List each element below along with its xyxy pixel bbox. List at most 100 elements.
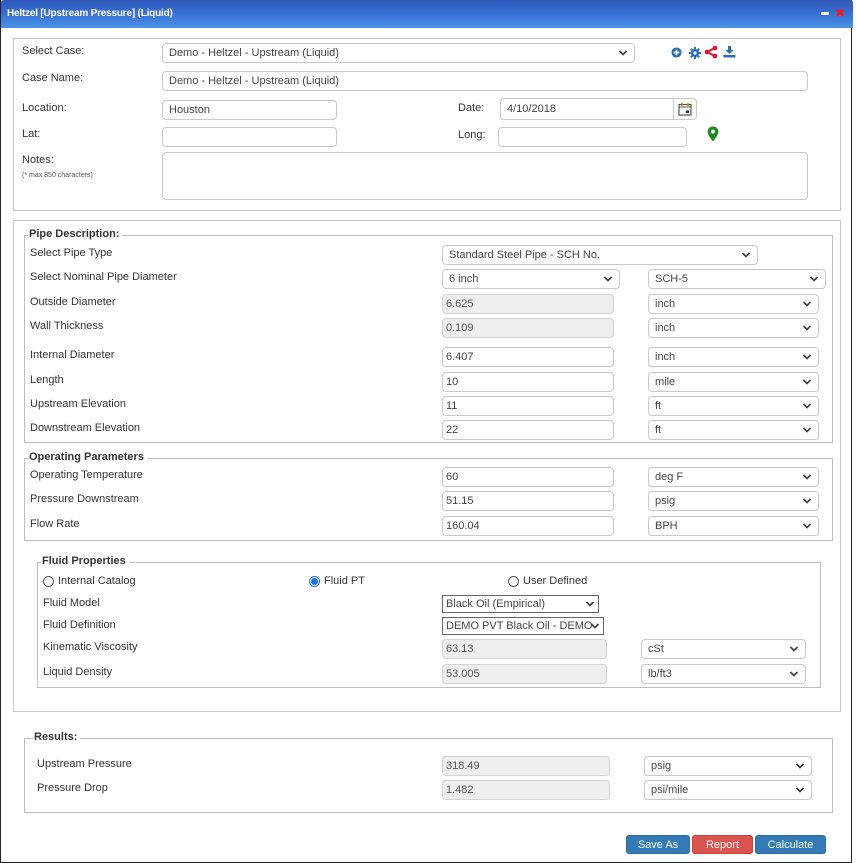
operating-parameters-legend: Operating Parameters <box>28 451 147 463</box>
save-as-button[interactable]: Save As <box>626 835 690 854</box>
select-case-dropdown[interactable]: Demo - Heltzel - Upstream (Liquid) <box>162 43 635 63</box>
operating-temperature-input[interactable]: 60 <box>442 467 614 487</box>
chevron-down-icon <box>795 785 805 795</box>
liquid-density-unit[interactable]: lb/ft3 <box>641 664 806 684</box>
chevron-down-icon <box>802 352 812 362</box>
calculate-button[interactable]: Calculate <box>755 835 826 854</box>
upstream-pressure-label: Upstream Pressure <box>37 758 132 770</box>
settings-icon[interactable] <box>689 47 701 59</box>
unit-value: BPH <box>655 520 678 532</box>
pipe-type-dropdown[interactable]: Standard Steel Pipe - SCH No. <box>442 245 758 265</box>
minimize-icon[interactable] <box>821 12 829 15</box>
outside-diameter-unit[interactable]: inch <box>648 294 819 314</box>
location-label: Location: <box>22 102 67 114</box>
radio-button[interactable] <box>508 575 519 587</box>
outside-diameter-label: Outside Diameter <box>30 296 116 308</box>
length-label: Length <box>30 374 64 386</box>
results-legend: Results: <box>33 731 81 743</box>
flow-rate-input[interactable]: 160.04 <box>442 516 614 536</box>
chevron-down-icon <box>802 521 812 531</box>
nominal-diameter-label: Select Nominal Pipe Diameter <box>30 271 177 283</box>
date-picker-button[interactable] <box>673 98 697 120</box>
downstream-elevation-input[interactable]: 22 <box>442 420 614 440</box>
unit-value: lb/ft3 <box>648 668 672 680</box>
pressure-drop-label: Pressure Drop <box>37 782 108 794</box>
radio-fluid-pt[interactable]: Fluid PT <box>309 575 365 587</box>
date-label: Date: <box>458 102 485 114</box>
upstream-pressure-unit[interactable]: psig <box>644 756 812 776</box>
unit-value: psig <box>655 495 676 507</box>
radio-label: User Defined <box>523 575 588 587</box>
window-title: Heltzel [Upstream Pressure] (Liquid) <box>7 8 173 19</box>
downstream-elevation-unit[interactable]: ft <box>648 420 819 440</box>
internal-diameter-unit[interactable]: inch <box>648 347 819 367</box>
long-input[interactable] <box>498 127 687 147</box>
select-case-label: Select Case: <box>22 45 85 57</box>
unit-value: mile <box>655 376 676 388</box>
dialog-window: Heltzel [Upstream Pressure] (Liquid) ✖ S… <box>0 0 853 863</box>
date-input[interactable]: 4/10/2018 <box>500 98 674 120</box>
chevron-down-icon <box>789 669 799 679</box>
wall-thickness-input: 0.109 <box>442 318 614 338</box>
schedule-value: SCH-5 <box>655 273 689 285</box>
notes-textarea[interactable] <box>162 152 808 200</box>
downstream-elevation-label: Downstream Elevation <box>30 422 141 434</box>
calendar-icon <box>678 103 692 116</box>
chevron-down-icon <box>603 274 613 284</box>
map-pin-icon[interactable] <box>707 126 719 142</box>
kinematic-viscosity-label: Kinematic Viscosity <box>43 641 138 653</box>
kinematic-viscosity-input: 63.13 <box>442 639 607 659</box>
close-icon[interactable]: ✖ <box>835 6 845 20</box>
radio-label: Fluid PT <box>324 575 365 587</box>
pressure-downstream-label: Pressure Downstream <box>30 493 139 505</box>
upstream-pressure-output: 318.49 <box>442 756 610 776</box>
report-button[interactable]: Report <box>692 835 753 854</box>
unit-value: ft <box>655 400 662 412</box>
radio-button-selected[interactable] <box>309 575 320 587</box>
wall-thickness-unit[interactable]: inch <box>648 318 819 338</box>
chevron-down-icon <box>802 299 812 309</box>
unit-value: psi/mile <box>651 784 689 796</box>
flow-rate-unit[interactable]: BPH <box>648 516 819 536</box>
location-input[interactable]: Houston <box>162 100 337 120</box>
operating-temperature-unit[interactable]: deg F <box>648 467 819 487</box>
internal-diameter-label: Internal Diameter <box>30 349 115 361</box>
fluid-model-dropdown[interactable]: Black Oil (Empirical) <box>442 595 599 613</box>
notes-hint: (* max 850 characters) <box>22 172 93 179</box>
download-icon[interactable] <box>723 45 736 58</box>
pressure-downstream-input[interactable]: 51.15 <box>442 491 614 511</box>
outside-diameter-input: 6.625 <box>442 294 614 314</box>
share-icon[interactable] <box>704 45 718 59</box>
pressure-drop-unit[interactable]: psi/mile <box>644 780 812 800</box>
length-input[interactable]: 10 <box>442 372 614 392</box>
length-unit[interactable]: mile <box>648 372 819 392</box>
chevron-down-icon <box>590 621 600 631</box>
radio-internal-catalog[interactable]: Internal Catalog <box>43 575 136 587</box>
chevron-down-icon <box>802 377 812 387</box>
pressure-drop-output: 1.482 <box>442 780 610 800</box>
add-icon[interactable] <box>671 47 682 58</box>
kinematic-viscosity-unit[interactable]: cSt <box>641 639 806 659</box>
upstream-elevation-unit[interactable]: ft <box>648 396 819 416</box>
internal-diameter-input[interactable]: 6.407 <box>442 347 614 367</box>
radio-user-defined[interactable]: User Defined <box>508 575 587 587</box>
schedule-dropdown[interactable]: SCH-5 <box>648 269 826 289</box>
unit-value: inch <box>655 298 676 310</box>
upstream-elevation-input[interactable]: 11 <box>442 396 614 416</box>
pipe-type-label: Select Pipe Type <box>30 247 113 259</box>
lat-input[interactable] <box>162 127 337 147</box>
unit-value: deg F <box>655 471 684 483</box>
flow-rate-label: Flow Rate <box>30 518 80 530</box>
case-name-input[interactable]: Demo - Heltzel - Upstream (Liquid) <box>162 71 808 91</box>
long-label: Long: <box>458 129 486 141</box>
fluid-model-label: Fluid Model <box>43 597 100 609</box>
chevron-down-icon <box>802 472 812 482</box>
chevron-down-icon <box>795 761 805 771</box>
chevron-down-icon <box>741 250 751 260</box>
radio-button[interactable] <box>43 575 54 587</box>
unit-value: cSt <box>648 643 664 655</box>
title-bar[interactable]: Heltzel [Upstream Pressure] (Liquid) ✖ <box>1 0 853 28</box>
pressure-downstream-unit[interactable]: psig <box>648 491 819 511</box>
nominal-diameter-dropdown[interactable]: 6 inch <box>442 269 620 289</box>
fluid-definition-dropdown[interactable]: DEMO PVT Black Oil - DEMO <box>442 617 604 635</box>
